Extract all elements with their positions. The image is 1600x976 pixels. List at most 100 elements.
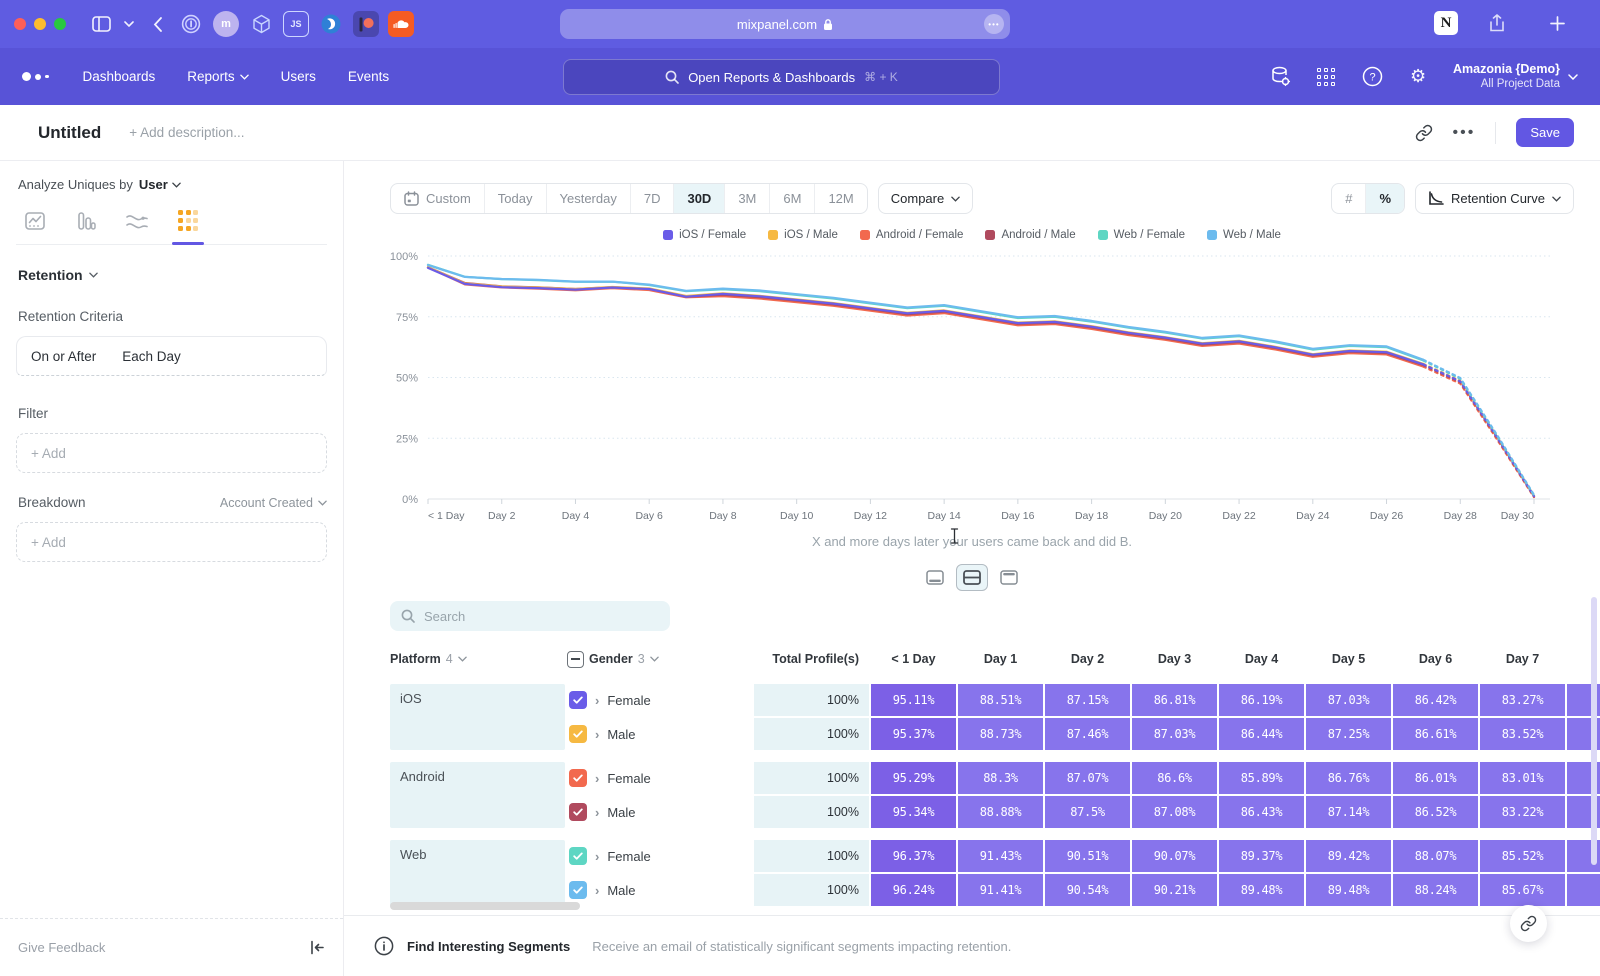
tab-flows[interactable] xyxy=(122,210,152,244)
row-checkbox[interactable] xyxy=(569,847,587,865)
retention-value-cell[interactable]: 89.48% xyxy=(1306,874,1391,906)
retention-value-cell[interactable]: 86.42% xyxy=(1393,684,1478,716)
gender-cell[interactable]: ›Female xyxy=(567,684,752,716)
range-12m[interactable]: 12M xyxy=(815,184,866,213)
expand-row-icon[interactable]: › xyxy=(595,883,599,898)
unit-percent-option[interactable]: % xyxy=(1366,184,1404,213)
nav-item-events[interactable]: Events xyxy=(348,69,389,84)
breakdown-scope-dropdown[interactable]: Account Created xyxy=(220,496,327,510)
platform-cell[interactable]: Android xyxy=(390,762,565,828)
extension-bird-icon[interactable] xyxy=(318,11,344,37)
retention-value-cell[interactable]: 89.37% xyxy=(1219,840,1304,872)
apps-grid-icon[interactable] xyxy=(1315,66,1337,88)
retention-value-cell[interactable]: 88.07% xyxy=(1393,840,1478,872)
account-switcher[interactable]: Amazonia {Demo} All Project Data xyxy=(1453,62,1578,92)
help-icon[interactable]: ? xyxy=(1361,66,1383,88)
range-6m[interactable]: 6M xyxy=(770,184,815,213)
tab-overview-chevron-icon[interactable] xyxy=(122,11,136,37)
day-column-header[interactable]: Day 2 xyxy=(1045,652,1130,666)
day-column-header[interactable]: Day 1 xyxy=(958,652,1043,666)
layout-chart-only-button[interactable] xyxy=(919,564,951,591)
retention-value-cell[interactable]: 86.52% xyxy=(1393,796,1478,828)
tab-insights[interactable] xyxy=(20,210,50,244)
share-link-fab[interactable] xyxy=(1510,905,1547,942)
close-window-button[interactable] xyxy=(14,18,26,30)
layout-split-button[interactable] xyxy=(956,564,988,591)
retention-value-cell[interactable]: 86.76% xyxy=(1306,762,1391,794)
horizontal-scrollbar[interactable] xyxy=(390,902,580,910)
retention-value-cell[interactable]: 86.19% xyxy=(1219,684,1304,716)
extension-box-icon[interactable] xyxy=(248,11,274,37)
retention-value-cell[interactable]: 83.01% xyxy=(1480,762,1565,794)
criteria-interval[interactable]: Each Day xyxy=(122,349,181,364)
range-custom[interactable]: Custom xyxy=(391,184,485,213)
retention-value-cell[interactable]: 87.5% xyxy=(1045,796,1130,828)
tab-funnels[interactable] xyxy=(71,210,101,244)
legend-item[interactable]: Web / Male xyxy=(1207,228,1281,242)
range-30d[interactable]: 30D xyxy=(674,184,725,213)
range-3m[interactable]: 3M xyxy=(725,184,770,213)
save-button[interactable]: Save xyxy=(1516,118,1574,147)
retention-value-cell[interactable]: 96.24% xyxy=(871,874,956,906)
retention-value-cell[interactable]: 95.34% xyxy=(871,796,956,828)
day-column-header[interactable]: Day 6 xyxy=(1393,652,1478,666)
vertical-scrollbar[interactable] xyxy=(1591,597,1597,865)
extension-patreon-icon[interactable] xyxy=(353,11,379,37)
retention-value-cell[interactable]: 95.37% xyxy=(871,718,956,750)
range-today[interactable]: Today xyxy=(485,184,547,213)
retention-value-cell[interactable]: 89.42% xyxy=(1306,840,1391,872)
retention-value-cell[interactable]: 86.44% xyxy=(1219,718,1304,750)
zoom-window-button[interactable] xyxy=(54,18,66,30)
legend-item[interactable]: iOS / Male xyxy=(768,228,838,242)
row-checkbox[interactable] xyxy=(569,725,587,743)
series-line-web-male[interactable] xyxy=(1423,360,1534,495)
notion-tab-icon[interactable]: N xyxy=(1434,11,1458,35)
criteria-mode[interactable]: On or After xyxy=(31,349,96,364)
day-column-header[interactable]: Day 7 xyxy=(1480,652,1565,666)
gender-cell[interactable]: ›Female xyxy=(567,840,752,872)
retention-value-cell[interactable]: 87.03% xyxy=(1132,718,1217,750)
row-checkbox[interactable] xyxy=(569,691,587,709)
platform-cell[interactable]: iOS xyxy=(390,684,565,750)
add-breakdown-button[interactable]: + Add xyxy=(16,522,327,562)
give-feedback-link[interactable]: Give Feedback xyxy=(18,940,105,955)
sidebar-toggle-icon[interactable] xyxy=(88,11,114,37)
expand-row-icon[interactable]: › xyxy=(595,805,599,820)
copy-link-icon[interactable] xyxy=(1415,124,1433,142)
expand-row-icon[interactable]: › xyxy=(595,693,599,708)
series-line-android-male[interactable] xyxy=(1423,365,1534,497)
retention-value-cell[interactable]: 87.25% xyxy=(1306,718,1391,750)
report-title[interactable]: Untitled xyxy=(38,123,101,143)
retention-value-cell[interactable]: 86.81% xyxy=(1132,684,1217,716)
gender-cell[interactable]: ›Female xyxy=(567,762,752,794)
collapse-sidebar-icon[interactable] xyxy=(309,940,325,955)
retention-value-cell[interactable]: 83.52% xyxy=(1480,718,1565,750)
total-column-header[interactable]: Total Profile(s) xyxy=(754,652,869,666)
row-checkbox[interactable] xyxy=(569,881,587,899)
retention-value-cell[interactable]: 85.67% xyxy=(1480,874,1565,906)
tab-retention[interactable] xyxy=(173,210,203,244)
retention-criteria-control[interactable]: On or After Each Day xyxy=(16,336,327,376)
retention-value-cell[interactable]: 87.46% xyxy=(1045,718,1130,750)
extension-js-icon[interactable]: JS xyxy=(283,11,309,37)
series-line-ios-female[interactable] xyxy=(1423,364,1534,496)
platform-cell[interactable]: Web xyxy=(390,840,565,906)
series-line-web-female[interactable] xyxy=(1423,361,1534,496)
retention-value-cell[interactable]: 90.07% xyxy=(1132,840,1217,872)
legend-item[interactable]: Android / Male xyxy=(985,228,1075,242)
retention-value-cell[interactable]: 87.03% xyxy=(1306,684,1391,716)
gender-cell[interactable]: ›Male xyxy=(567,718,752,750)
mixpanel-logo[interactable] xyxy=(22,72,49,81)
layout-table-only-button[interactable] xyxy=(993,564,1025,591)
settings-gear-icon[interactable]: ⚙ xyxy=(1407,66,1429,88)
platform-column-header[interactable]: Platform4 xyxy=(390,652,565,666)
retention-value-cell[interactable]: 83.22% xyxy=(1480,796,1565,828)
retention-value-cell[interactable]: 88.73% xyxy=(958,718,1043,750)
extension-soundcloud-icon[interactable] xyxy=(388,11,414,37)
retention-value-cell[interactable]: 95.29% xyxy=(871,762,956,794)
range-7d[interactable]: 7D xyxy=(631,184,675,213)
retention-value-cell[interactable]: 86.01% xyxy=(1393,762,1478,794)
range-yesterday[interactable]: Yesterday xyxy=(547,184,631,213)
analyze-uniques-dropdown[interactable]: User xyxy=(139,177,181,192)
nav-item-reports[interactable]: Reports xyxy=(187,69,248,84)
